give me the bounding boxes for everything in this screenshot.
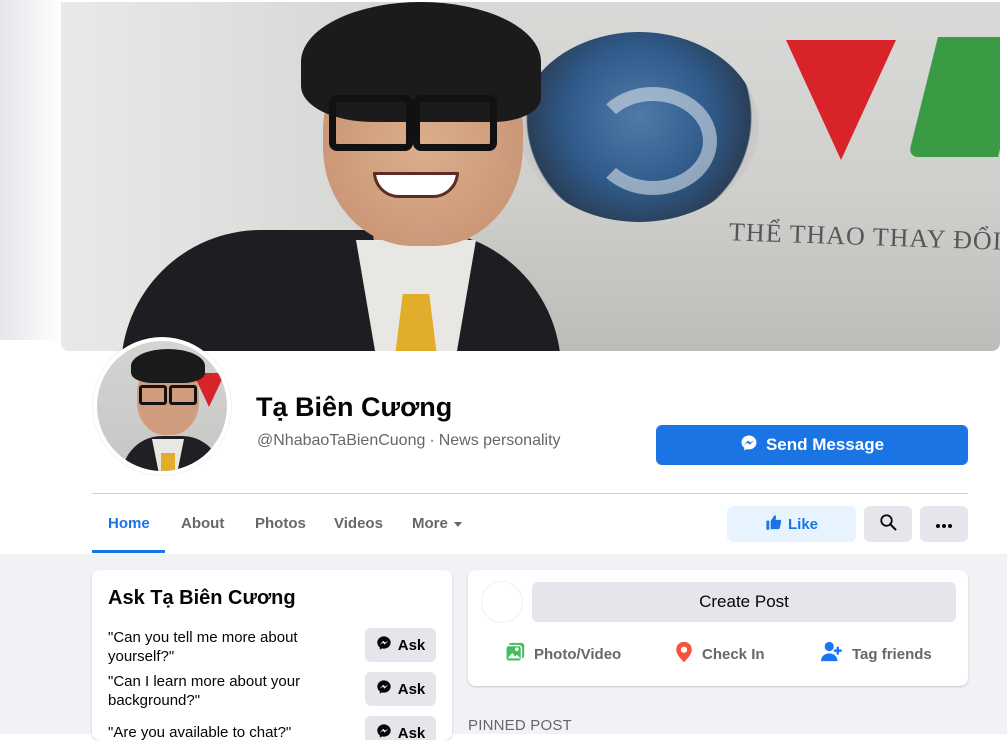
cover-person [151,2,541,351]
ask-button-label: Ask [398,637,426,654]
messenger-icon [376,679,392,699]
like-label: Like [788,516,818,533]
create-post-card: Create Post Photo/Video Check In Tag fri… [468,570,968,686]
tag-friends-label: Tag friends [852,646,932,663]
cover-slogan: THỂ THAO THAY ĐỔI [729,217,1000,257]
tab-home[interactable]: Home [108,504,150,544]
like-button[interactable]: Like [727,506,856,542]
profile-avatar[interactable] [93,337,231,475]
ask-question-2: "Can I learn more about your background?… [108,672,338,710]
messenger-icon [740,434,758,457]
messenger-icon [376,723,392,740]
caret-down-icon [454,522,462,527]
photo-icon [504,641,526,667]
profile-category[interactable]: News personality [439,432,561,449]
ask-button-label: Ask [398,725,426,740]
vtv-logo-v [786,40,896,160]
ask-card-title: Ask Tạ Biên Cương [108,587,296,610]
ask-question-3: "Are you available to chat?" [108,723,338,740]
ask-card: Ask Tạ Biên Cương "Can you tell me more … [92,570,452,740]
photo-video-label: Photo/Video [534,646,621,663]
subtitle-separator: · [429,432,434,449]
pinned-post-heading: PINNED POST [468,717,572,734]
send-message-label: Send Message [766,435,884,455]
check-in-button[interactable]: Check In [674,640,765,668]
tab-about[interactable]: About [181,504,224,544]
photo-video-button[interactable]: Photo/Video [504,640,621,668]
more-options-button[interactable] [920,506,968,542]
thumbs-up-icon [765,514,782,534]
tag-friends-button[interactable]: Tag friends [820,640,932,668]
active-tab-indicator [92,550,165,553]
ask-button-label: Ask [398,681,426,698]
emblem-logo [519,32,759,222]
tab-videos[interactable]: Videos [334,504,383,544]
tab-more[interactable]: More [412,504,462,544]
ask-button-3[interactable]: Ask [365,716,436,740]
vtv-logo-t [908,37,1000,157]
page-edge-shade [0,0,62,340]
search-button[interactable] [864,506,912,542]
check-in-label: Check In [702,646,765,663]
page-title: Tạ Biên Cương [256,392,452,423]
profile-subtitle: @NhabaoTaBienCuong· News personality [257,432,561,450]
search-icon [879,513,897,536]
create-post-button[interactable]: Create Post [532,582,956,622]
ask-button-2[interactable]: Ask [365,672,436,706]
tab-photos[interactable]: Photos [255,504,306,544]
tag-friends-icon [820,641,844,667]
composer-avatar [482,582,522,622]
tab-more-label: More [412,515,448,532]
send-message-button[interactable]: Send Message [656,425,968,465]
more-dots-icon [936,515,952,533]
ask-question-1: "Can you tell me more about yourself?" [108,628,338,666]
header-divider [92,493,968,494]
messenger-icon [376,635,392,655]
cover-photo[interactable]: THỂ THAO THAY ĐỔI [61,2,1000,351]
ask-button-1[interactable]: Ask [365,628,436,662]
location-pin-icon [674,641,694,667]
profile-handle: @NhabaoTaBienCuong [257,432,425,449]
